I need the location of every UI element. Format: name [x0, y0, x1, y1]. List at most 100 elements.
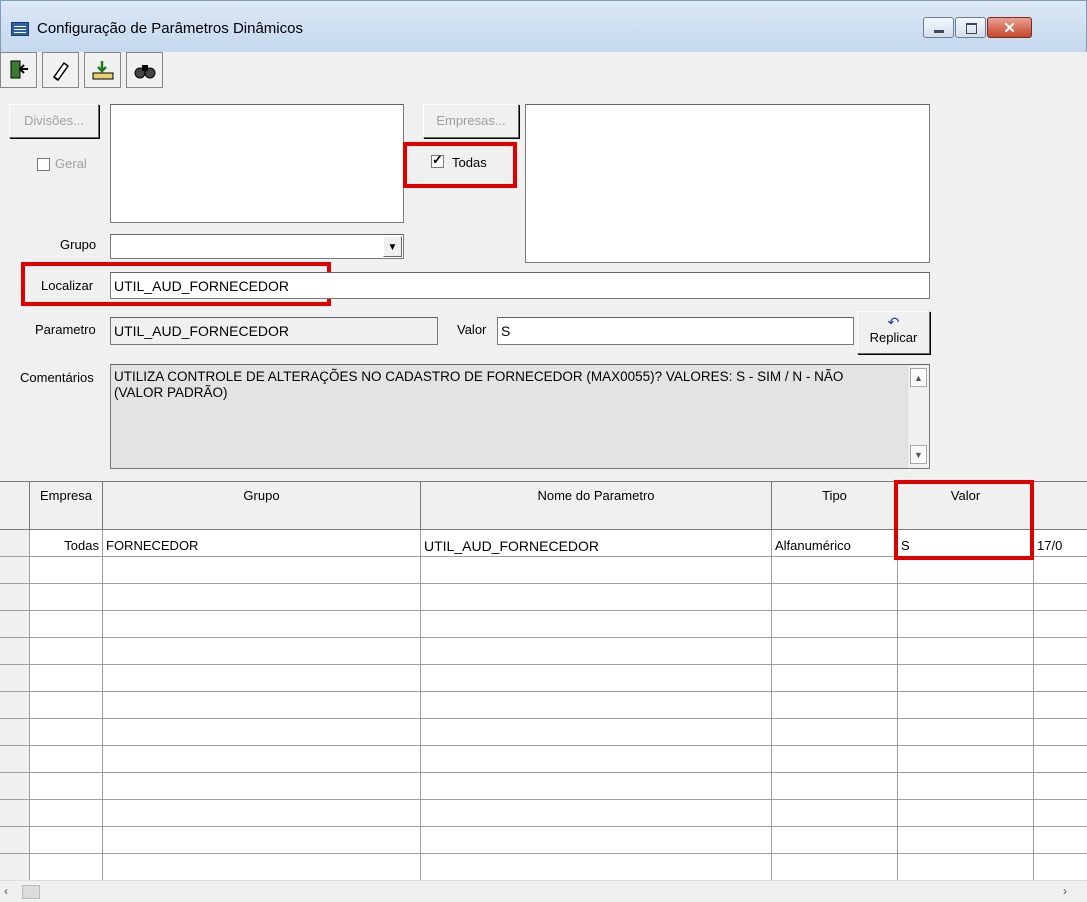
empty-cell[interactable] [103, 584, 421, 611]
header-extra[interactable] [1034, 482, 1087, 530]
empty-cell[interactable] [898, 854, 1034, 881]
empty-cell[interactable] [421, 773, 772, 800]
empty-cell[interactable] [772, 557, 898, 584]
empty-cell[interactable] [898, 611, 1034, 638]
empty-cell[interactable] [421, 854, 772, 881]
row-indicator[interactable] [0, 746, 30, 773]
row-indicator[interactable] [0, 530, 30, 557]
empty-cell[interactable] [103, 638, 421, 665]
empty-cell[interactable] [30, 557, 103, 584]
comentarios-scrollbar[interactable]: ▲ ▼ [907, 365, 929, 468]
empty-cell[interactable] [421, 584, 772, 611]
comentarios-textarea[interactable]: UTILIZA CONTROLE DE ALTERAÇÕES NO CADAST… [110, 364, 930, 469]
empty-cell[interactable] [772, 665, 898, 692]
cell-tipo[interactable]: Alfanumérico [772, 530, 898, 557]
header-grupo[interactable]: Grupo [103, 482, 421, 530]
empty-cell[interactable] [1034, 746, 1087, 773]
empty-cell[interactable] [772, 773, 898, 800]
empty-cell[interactable] [772, 800, 898, 827]
empty-cell[interactable] [30, 773, 103, 800]
empty-cell[interactable] [772, 692, 898, 719]
empty-cell[interactable] [30, 719, 103, 746]
row-indicator[interactable] [0, 584, 30, 611]
scroll-right-icon[interactable]: › [1063, 884, 1067, 898]
row-indicator[interactable] [0, 773, 30, 800]
empty-cell[interactable] [1034, 827, 1087, 854]
empresas-button[interactable]: Empresas... [423, 104, 519, 138]
empty-cell[interactable] [421, 719, 772, 746]
empty-cell[interactable] [1034, 584, 1087, 611]
empty-cell[interactable] [1034, 611, 1087, 638]
empty-cell[interactable] [898, 665, 1034, 692]
empty-cell[interactable] [898, 638, 1034, 665]
empresas-list[interactable] [525, 104, 930, 263]
row-indicator[interactable] [0, 719, 30, 746]
geral-checkbox[interactable] [37, 158, 50, 171]
header-empresa[interactable]: Empresa [30, 482, 103, 530]
empty-cell[interactable] [30, 611, 103, 638]
empty-cell[interactable] [772, 719, 898, 746]
empty-cell[interactable] [1034, 800, 1087, 827]
empty-cell[interactable] [421, 827, 772, 854]
divisoes-list[interactable] [110, 104, 404, 223]
empty-cell[interactable] [103, 800, 421, 827]
scroll-left-icon[interactable]: ‹ [4, 884, 8, 898]
valor-input[interactable]: S [497, 317, 854, 345]
empty-cell[interactable] [103, 611, 421, 638]
empty-cell[interactable] [103, 773, 421, 800]
grid-horizontal-scrollbar[interactable]: ‹ › [0, 880, 1087, 902]
localizar-input[interactable]: UTIL_AUD_FORNECEDOR [110, 272, 930, 299]
empty-cell[interactable] [772, 638, 898, 665]
empty-cell[interactable] [103, 692, 421, 719]
empty-cell[interactable] [30, 854, 103, 881]
empty-cell[interactable] [898, 584, 1034, 611]
empty-cell[interactable] [898, 557, 1034, 584]
replicar-button[interactable]: ↶ Replicar [857, 311, 930, 354]
empty-cell[interactable] [421, 557, 772, 584]
empty-cell[interactable] [103, 827, 421, 854]
row-indicator[interactable] [0, 638, 30, 665]
empty-cell[interactable] [1034, 719, 1087, 746]
empty-cell[interactable] [30, 665, 103, 692]
cell-empresa[interactable]: Todas [30, 530, 103, 557]
empty-cell[interactable] [421, 638, 772, 665]
minimize-button[interactable] [923, 17, 954, 38]
empty-cell[interactable] [772, 746, 898, 773]
cell-extra[interactable]: 17/0 [1034, 530, 1087, 557]
chevron-down-icon[interactable]: ▼ [383, 236, 402, 257]
scroll-down-icon[interactable]: ▼ [910, 445, 927, 464]
empty-cell[interactable] [421, 746, 772, 773]
row-indicator[interactable] [0, 665, 30, 692]
empty-cell[interactable] [103, 557, 421, 584]
empty-cell[interactable] [421, 611, 772, 638]
scroll-up-icon[interactable]: ▲ [910, 368, 927, 387]
empty-cell[interactable] [772, 854, 898, 881]
row-indicator[interactable] [0, 557, 30, 584]
empty-cell[interactable] [421, 800, 772, 827]
row-indicator[interactable] [0, 827, 30, 854]
maximize-button[interactable] [955, 17, 986, 38]
row-indicator[interactable] [0, 611, 30, 638]
row-indicator[interactable] [0, 692, 30, 719]
empty-cell[interactable] [1034, 773, 1087, 800]
close-button[interactable]: ✕ [987, 17, 1032, 38]
empty-cell[interactable] [103, 746, 421, 773]
empty-cell[interactable] [1034, 665, 1087, 692]
scroll-thumb[interactable] [22, 885, 40, 899]
empty-cell[interactable] [772, 827, 898, 854]
find-button[interactable] [126, 52, 163, 88]
empty-cell[interactable] [30, 638, 103, 665]
cell-nome[interactable]: UTIL_AUD_FORNECEDOR [421, 530, 772, 557]
row-indicator[interactable] [0, 854, 30, 881]
empty-cell[interactable] [898, 827, 1034, 854]
empty-cell[interactable] [898, 719, 1034, 746]
empty-cell[interactable] [421, 692, 772, 719]
empty-cell[interactable] [30, 827, 103, 854]
grupo-select[interactable]: ▼ [110, 234, 404, 259]
empty-cell[interactable] [898, 800, 1034, 827]
empty-cell[interactable] [103, 854, 421, 881]
empty-cell[interactable] [1034, 557, 1087, 584]
empty-cell[interactable] [30, 584, 103, 611]
empty-cell[interactable] [30, 746, 103, 773]
empty-cell[interactable] [1034, 854, 1087, 881]
